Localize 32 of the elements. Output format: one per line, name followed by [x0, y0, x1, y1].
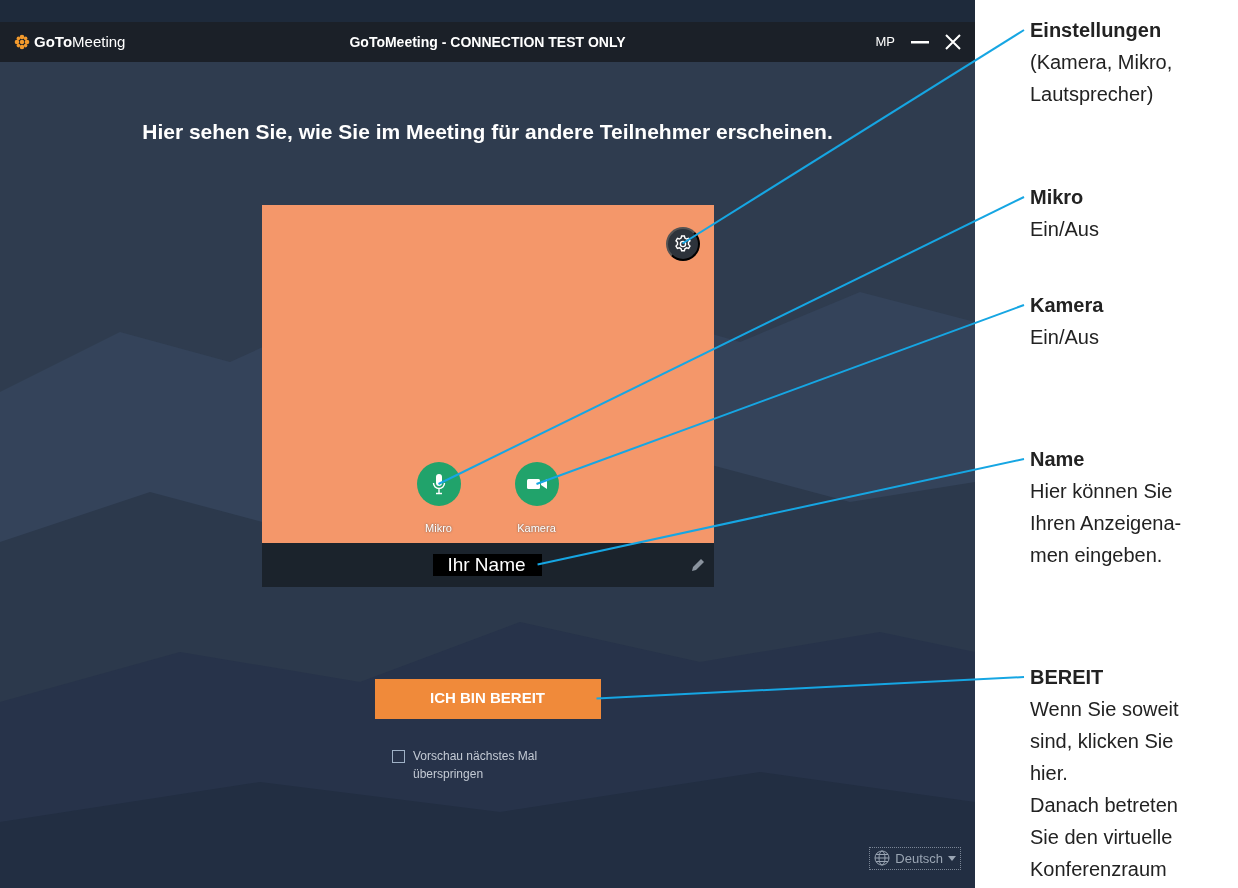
caret-icon	[948, 855, 956, 861]
callout-title: BEREIT	[1030, 665, 1105, 690]
callout-text: (Kamera, Mikro, Lautsprecher)	[1030, 50, 1174, 107]
pencil-icon[interactable]	[689, 556, 706, 573]
callout-text: Wenn Sie soweit sind, klicken Sie hier. Danach betreten Sie den virtuelle Konferenzraum	[1030, 697, 1180, 882]
minimize-icon[interactable]	[911, 40, 929, 44]
user-initials[interactable]: MP	[875, 32, 895, 52]
control-label: Kamera	[517, 521, 556, 536]
heading: Hier sehen Sie, wie Sie im Meeting für andere Teilnehmer erscheinen.	[141, 119, 834, 145]
microphone-button[interactable]	[416, 462, 461, 506]
video-camera-icon	[526, 478, 547, 490]
name-field[interactable]: Ihr Name	[433, 553, 542, 576]
language-dropdown[interactable]: Deutsch	[869, 846, 961, 870]
callout-title: Kamera	[1030, 293, 1105, 318]
callout-title: Name	[1030, 447, 1086, 472]
close-icon[interactable]	[945, 34, 961, 50]
checkbox[interactable]	[392, 749, 405, 763]
globe-icon	[874, 850, 891, 867]
settings-icon	[673, 234, 692, 253]
callout-text: Hier können Sie Ihren Anzeigena- men eingeben.	[1030, 479, 1183, 568]
window-title: GoToMeeting - CONNECTION TEST ONLY	[348, 32, 627, 52]
callout-text: Ein/Aus	[1030, 325, 1100, 350]
flower-icon	[14, 34, 30, 50]
control-label: Mikro	[425, 521, 452, 536]
microphone-icon	[431, 473, 446, 495]
settings-button[interactable]	[665, 226, 700, 261]
checkbox-label: Vorschau nächstes Mal überspringen	[413, 747, 539, 783]
callout-text: Ein/Aus	[1030, 217, 1100, 242]
callout-title: Einstellungen	[1030, 18, 1163, 43]
callout-title: Mikro	[1030, 185, 1085, 210]
app-logo: GoToMeeting	[34, 31, 126, 52]
camera-button[interactable]	[514, 462, 559, 506]
